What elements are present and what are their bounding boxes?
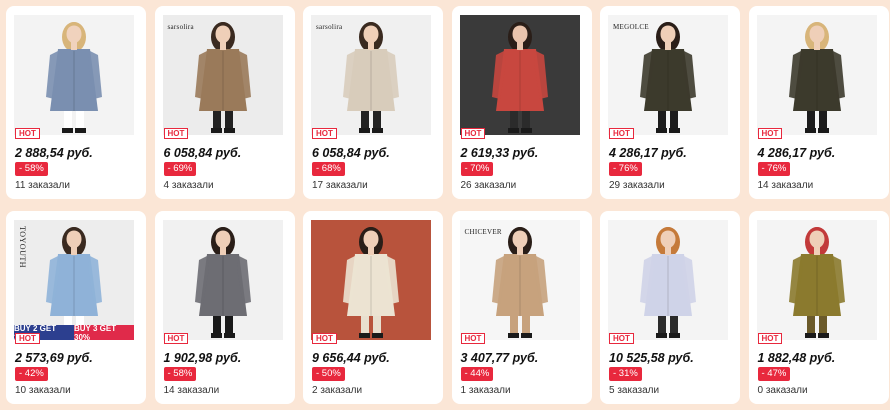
hot-badge: HOT bbox=[460, 333, 486, 344]
product-price: 6 058,84 руб. bbox=[163, 146, 242, 160]
product-photo bbox=[459, 15, 580, 135]
discount-badge: - 44% bbox=[460, 367, 494, 381]
discount-badge: - 47% bbox=[757, 367, 791, 381]
orders-count: 1 заказали bbox=[460, 385, 511, 396]
orders-count: 5 заказали bbox=[609, 385, 660, 396]
product-image[interactable]: CHICEVER bbox=[459, 220, 580, 340]
hot-badge: HOT bbox=[163, 333, 189, 344]
product-price: 10 525,58 руб. bbox=[609, 351, 694, 365]
product-card[interactable]: HOT 1 902,98 руб. - 58% 14 заказали bbox=[154, 211, 295, 404]
product-image[interactable] bbox=[608, 220, 728, 340]
hot-badge: HOT bbox=[163, 128, 189, 139]
discount-badge: - 58% bbox=[15, 162, 48, 176]
brand-logo: MEGOLCE bbox=[613, 23, 649, 31]
product-price: 2 573,69 руб. bbox=[15, 351, 93, 365]
orders-count: 4 заказали bbox=[163, 180, 214, 191]
product-price: 2 888,54 руб. bbox=[15, 146, 93, 160]
product-card[interactable]: HOT 4 286,17 руб. - 76% 14 заказали bbox=[748, 6, 889, 199]
product-image[interactable]: TOYOUTHBUY 2 GET 20%BUY 3 GET 30% bbox=[14, 220, 134, 340]
orders-count: 0 заказали bbox=[757, 385, 808, 396]
orders-count: 2 заказали bbox=[312, 385, 363, 396]
product-photo bbox=[162, 15, 283, 135]
discount-badge: - 50% bbox=[312, 367, 345, 381]
product-image[interactable] bbox=[756, 15, 877, 135]
orders-count: 14 заказали bbox=[163, 385, 220, 396]
product-image[interactable] bbox=[311, 220, 431, 340]
product-image[interactable]: MEGOLCE bbox=[608, 15, 728, 135]
hot-badge: HOT bbox=[15, 333, 40, 344]
orders-count: 14 заказали bbox=[757, 180, 814, 191]
product-price: 6 058,84 руб. bbox=[312, 146, 390, 160]
product-photo bbox=[608, 15, 728, 135]
hot-badge: HOT bbox=[312, 128, 337, 139]
discount-badge: - 70% bbox=[460, 162, 494, 176]
discount-badge: - 68% bbox=[312, 162, 345, 176]
product-photo bbox=[756, 15, 877, 135]
product-card[interactable]: HOT 1 882,48 руб. - 47% 0 заказали bbox=[748, 211, 889, 404]
product-card[interactable]: TOYOUTHBUY 2 GET 20%BUY 3 GET 30%HOT 2 57… bbox=[6, 211, 146, 404]
product-price: 4 286,17 руб. bbox=[609, 146, 687, 160]
brand-logo: TOYOUTH bbox=[18, 226, 27, 269]
hot-badge: HOT bbox=[757, 128, 783, 139]
discount-badge: - 69% bbox=[163, 162, 197, 176]
orders-count: 26 заказали bbox=[460, 180, 517, 191]
hot-badge: HOT bbox=[757, 333, 783, 344]
discount-badge: - 76% bbox=[757, 162, 791, 176]
brand-logo: sarsolira bbox=[167, 23, 194, 31]
hot-badge: HOT bbox=[609, 128, 634, 139]
hot-badge: HOT bbox=[312, 333, 337, 344]
hot-badge: HOT bbox=[609, 333, 634, 344]
product-card[interactable]: MEGOLCE HOT 4 286,17 руб. - 76% 29 заказали bbox=[600, 6, 740, 199]
product-price: 1 882,48 руб. bbox=[757, 351, 836, 365]
product-card[interactable]: HOT 10 525,58 руб. - 31% 5 заказали bbox=[600, 211, 740, 404]
product-photo bbox=[162, 220, 283, 340]
hot-badge: HOT bbox=[460, 128, 486, 139]
product-grid: HOT 2 888,54 руб. - 58% 11 заказали sarsolir… bbox=[6, 6, 889, 404]
product-photo bbox=[608, 220, 728, 340]
discount-badge: - 58% bbox=[163, 367, 197, 381]
product-price: 1 902,98 руб. bbox=[163, 351, 242, 365]
discount-badge: - 31% bbox=[609, 367, 642, 381]
product-image[interactable] bbox=[756, 220, 877, 340]
product-photo bbox=[14, 15, 134, 135]
product-photo bbox=[459, 220, 580, 340]
product-price: 4 286,17 руб. bbox=[757, 146, 836, 160]
discount-badge: - 76% bbox=[609, 162, 642, 176]
product-photo bbox=[311, 220, 431, 340]
orders-count: 11 заказали bbox=[15, 180, 70, 191]
brand-logo: CHICEVER bbox=[464, 228, 502, 236]
product-price: 3 407,77 руб. bbox=[460, 351, 539, 365]
product-card[interactable]: CHICEVER HOT 3 407,77 руб. - 44% 1 заказали bbox=[451, 211, 592, 404]
product-price: 9 656,44 руб. bbox=[312, 351, 390, 365]
product-image[interactable] bbox=[14, 15, 134, 135]
product-card[interactable]: sarsolira HOT 6 058,84 руб. - 69% 4 заказали bbox=[154, 6, 295, 199]
product-image[interactable]: sarsolira bbox=[162, 15, 283, 135]
product-image[interactable] bbox=[459, 15, 580, 135]
orders-count: 10 заказали bbox=[15, 385, 71, 396]
hot-badge: HOT bbox=[15, 128, 40, 139]
product-card[interactable]: sarsolira HOT 6 058,84 руб. - 68% 17 заказал… bbox=[303, 6, 443, 199]
product-photo bbox=[756, 220, 877, 340]
product-photo bbox=[311, 15, 431, 135]
product-card[interactable]: HOT 9 656,44 руб. - 50% 2 заказали bbox=[303, 211, 443, 404]
product-card[interactable]: HOT 2 619,33 руб. - 70% 26 заказали bbox=[451, 6, 592, 199]
orders-count: 17 заказали bbox=[312, 180, 368, 191]
orders-count: 29 заказали bbox=[609, 180, 665, 191]
product-image[interactable] bbox=[162, 220, 283, 340]
promo-label: BUY 3 GET 30% bbox=[74, 324, 134, 340]
brand-logo: sarsolira bbox=[316, 23, 343, 31]
product-image[interactable]: sarsolira bbox=[311, 15, 431, 135]
discount-badge: - 42% bbox=[15, 367, 48, 381]
product-price: 2 619,33 руб. bbox=[460, 146, 539, 160]
product-photo bbox=[14, 220, 134, 340]
product-card[interactable]: HOT 2 888,54 руб. - 58% 11 заказали bbox=[6, 6, 146, 199]
